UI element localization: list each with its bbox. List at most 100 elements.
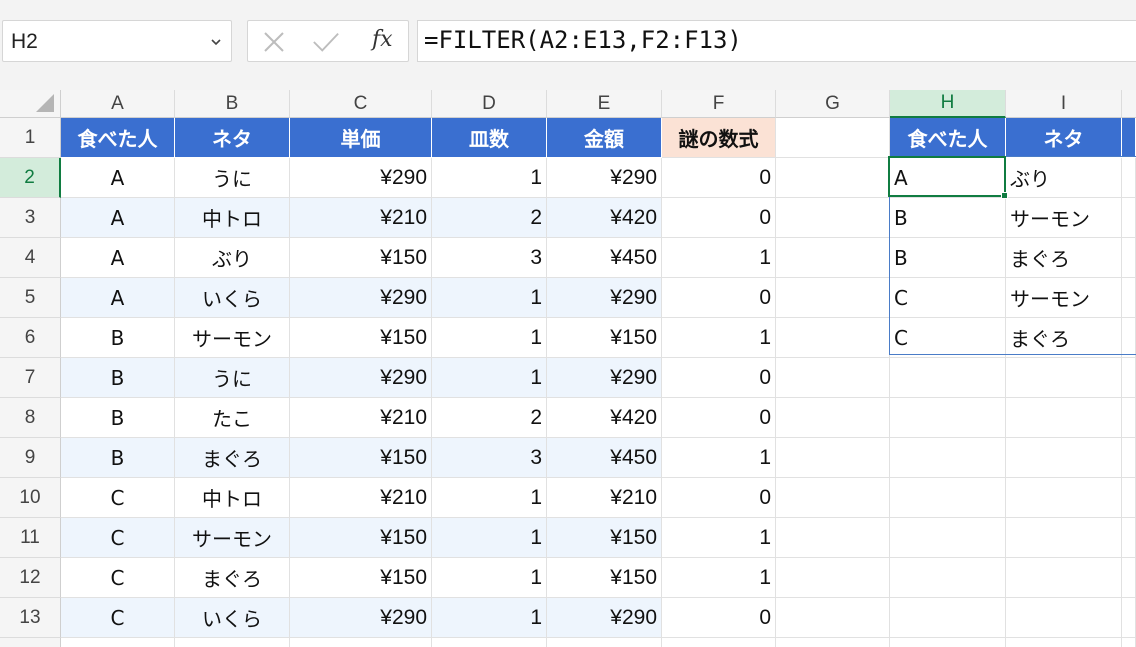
empty-cell[interactable] xyxy=(662,638,776,647)
table-cell-F11[interactable]: 1 xyxy=(662,518,776,558)
empty-cell[interactable] xyxy=(776,278,890,318)
row-header-12[interactable]: 12 xyxy=(0,558,61,598)
empty-cell[interactable] xyxy=(890,438,1006,478)
table-cell-B4[interactable]: ぶり xyxy=(175,238,290,278)
table-cell-F10[interactable]: 0 xyxy=(662,478,776,518)
table-cell-C7[interactable]: ¥290 xyxy=(290,358,432,398)
table-cell-B10[interactable]: 中トロ xyxy=(175,478,290,518)
table-cell-A7[interactable]: B xyxy=(61,358,175,398)
row-header-1[interactable]: 1 xyxy=(0,118,61,158)
result-cell-I6[interactable]: まぐろ xyxy=(1006,318,1122,358)
empty-cell[interactable] xyxy=(1122,478,1136,518)
table-cell-E2[interactable]: ¥290 xyxy=(547,158,662,198)
result-cell-H6[interactable]: C xyxy=(890,318,1006,358)
empty-cell[interactable] xyxy=(1122,358,1136,398)
empty-cell[interactable] xyxy=(1122,518,1136,558)
table-cell-E3[interactable]: ¥420 xyxy=(547,198,662,238)
empty-cell[interactable] xyxy=(776,518,890,558)
empty-cell[interactable] xyxy=(890,358,1006,398)
table-cell-C5[interactable]: ¥290 xyxy=(290,278,432,318)
empty-cell[interactable] xyxy=(1006,438,1122,478)
table-cell-B2[interactable]: うに xyxy=(175,158,290,198)
row-header-3[interactable]: 3 xyxy=(0,198,61,238)
table-cell-A3[interactable]: A xyxy=(61,198,175,238)
table-cell-B12[interactable]: まぐろ xyxy=(175,558,290,598)
column-header-G[interactable]: G xyxy=(776,90,890,118)
chevron-down-icon[interactable] xyxy=(211,37,221,47)
empty-cell[interactable] xyxy=(776,198,890,238)
table-cell-A10[interactable]: C xyxy=(61,478,175,518)
row-header-5[interactable]: 5 xyxy=(0,278,61,318)
table-cell-F5[interactable]: 0 xyxy=(662,278,776,318)
table-cell-E12[interactable]: ¥150 xyxy=(547,558,662,598)
table-cell-F6[interactable]: 1 xyxy=(662,318,776,358)
table-cell-A5[interactable]: A xyxy=(61,278,175,318)
table-cell-D3[interactable]: 2 xyxy=(432,198,547,238)
table-cell-E7[interactable]: ¥290 xyxy=(547,358,662,398)
table-cell-B8[interactable]: たこ xyxy=(175,398,290,438)
row-header-11[interactable]: 11 xyxy=(0,518,61,558)
empty-cell[interactable] xyxy=(1122,238,1136,278)
table-cell-F8[interactable]: 0 xyxy=(662,398,776,438)
table-cell-E9[interactable]: ¥450 xyxy=(547,438,662,478)
table-cell-D10[interactable]: 1 xyxy=(432,478,547,518)
column-header-C[interactable]: C xyxy=(290,90,432,118)
row-header-8[interactable]: 8 xyxy=(0,398,61,438)
empty-cell[interactable] xyxy=(547,638,662,647)
result-cell-I4[interactable]: まぐろ xyxy=(1006,238,1122,278)
table-cell-C13[interactable]: ¥290 xyxy=(290,598,432,638)
row-header-9[interactable]: 9 xyxy=(0,438,61,478)
table-header-E[interactable]: 金額 xyxy=(547,118,662,158)
table-header-C[interactable]: 単価 xyxy=(290,118,432,158)
table-cell-A9[interactable]: B xyxy=(61,438,175,478)
empty-cell[interactable] xyxy=(1122,158,1136,198)
empty-cell[interactable] xyxy=(1006,558,1122,598)
table-cell-B7[interactable]: うに xyxy=(175,358,290,398)
table-cell-D9[interactable]: 3 xyxy=(432,438,547,478)
column-header-A[interactable]: A xyxy=(61,90,175,118)
empty-cell[interactable] xyxy=(776,558,890,598)
insert-function-button[interactable]: fx xyxy=(372,27,393,52)
result-cell-H2[interactable]: A xyxy=(890,158,1006,198)
empty-cell[interactable] xyxy=(776,318,890,358)
column-header-H[interactable]: H xyxy=(890,90,1006,118)
empty-cell[interactable] xyxy=(776,638,890,647)
empty-cell[interactable] xyxy=(1122,198,1136,238)
empty-cell[interactable] xyxy=(776,238,890,278)
empty-cell[interactable] xyxy=(890,558,1006,598)
table-cell-A11[interactable]: C xyxy=(61,518,175,558)
result-cell-I2[interactable]: ぶり xyxy=(1006,158,1122,198)
row-header-13[interactable]: 13 xyxy=(0,598,61,638)
column-header-I[interactable]: I xyxy=(1006,90,1122,118)
table-cell-C3[interactable]: ¥210 xyxy=(290,198,432,238)
row-header-partial[interactable] xyxy=(0,638,61,647)
empty-cell[interactable] xyxy=(1006,598,1122,638)
empty-cell[interactable] xyxy=(1006,518,1122,558)
table-cell-C12[interactable]: ¥150 xyxy=(290,558,432,598)
table-cell-A4[interactable]: A xyxy=(61,238,175,278)
table-cell-A13[interactable]: C xyxy=(61,598,175,638)
table-cell-B3[interactable]: 中トロ xyxy=(175,198,290,238)
table-cell-E13[interactable]: ¥290 xyxy=(547,598,662,638)
row-header-7[interactable]: 7 xyxy=(0,358,61,398)
check-icon[interactable] xyxy=(312,29,340,55)
result-header-I[interactable]: ネタ xyxy=(1006,118,1122,158)
table-cell-A6[interactable]: B xyxy=(61,318,175,358)
column-header-partial[interactable] xyxy=(1122,90,1136,118)
table-cell-C6[interactable]: ¥150 xyxy=(290,318,432,358)
table-cell-F2[interactable]: 0 xyxy=(662,158,776,198)
empty-cell[interactable] xyxy=(1122,398,1136,438)
table-header-D[interactable]: 皿数 xyxy=(432,118,547,158)
table-cell-F7[interactable]: 0 xyxy=(662,358,776,398)
empty-cell[interactable] xyxy=(890,598,1006,638)
table-cell-D11[interactable]: 1 xyxy=(432,518,547,558)
table-cell-F13[interactable]: 0 xyxy=(662,598,776,638)
table-cell-F9[interactable]: 1 xyxy=(662,438,776,478)
table-cell-D4[interactable]: 3 xyxy=(432,238,547,278)
empty-cell[interactable] xyxy=(1122,558,1136,598)
table-cell-D7[interactable]: 1 xyxy=(432,358,547,398)
empty-cell[interactable] xyxy=(1006,358,1122,398)
empty-cell[interactable] xyxy=(1006,638,1122,647)
empty-cell[interactable] xyxy=(890,638,1006,647)
table-cell-F3[interactable]: 0 xyxy=(662,198,776,238)
